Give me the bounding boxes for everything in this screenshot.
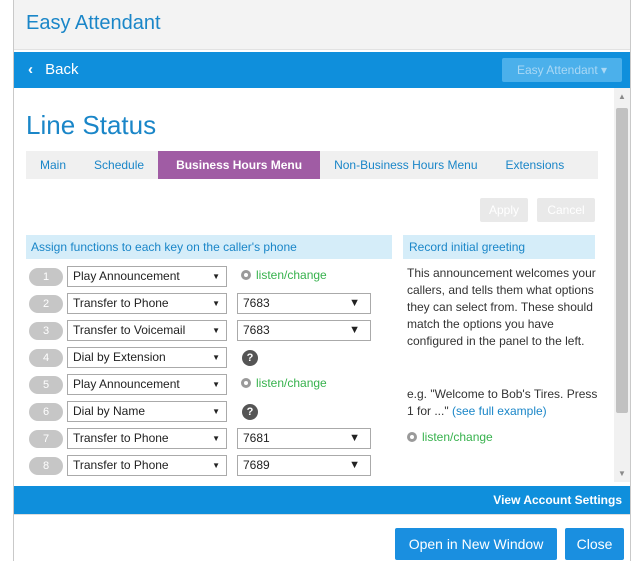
key-number: 7 <box>29 430 63 448</box>
listen-change-link[interactable]: listen/change <box>241 376 327 390</box>
function-select[interactable]: Transfer to Phone ▼ <box>67 455 227 476</box>
dropdown-arrow-icon: ▼ <box>212 353 220 362</box>
function-value: Transfer to Voicemail <box>73 323 186 337</box>
speaker-icon <box>241 378 251 388</box>
dropdown-arrow-icon: ▼ <box>212 299 220 308</box>
dropdown-arrow-icon: ▼ <box>349 297 360 309</box>
greeting-example: e.g. "Welcome to Bob's Tires. Press 1 fo… <box>407 386 602 420</box>
function-value: Dial by Extension <box>73 350 166 364</box>
extension-select[interactable]: 7683 ▼ <box>237 293 371 314</box>
key-number: 2 <box>29 295 63 313</box>
key-number: 8 <box>29 457 63 475</box>
listen-change-label: listen/change <box>256 376 327 390</box>
function-value: Transfer to Phone <box>73 296 169 310</box>
function-select[interactable]: Play Announcement ▼ <box>67 266 227 287</box>
function-value: Play Announcement <box>73 269 180 283</box>
extension-select[interactable]: 7681 ▼ <box>237 428 371 449</box>
function-select[interactable]: Transfer to Phone ▼ <box>67 428 227 449</box>
extension-value: 7681 <box>243 431 270 445</box>
speaker-icon <box>407 432 417 442</box>
vertical-scrollbar[interactable]: ▲ ▼ <box>614 88 630 482</box>
help-icon[interactable]: ? <box>242 350 258 366</box>
dropdown-arrow-icon: ▼ <box>212 380 220 389</box>
listen-change-label: listen/change <box>422 430 493 444</box>
function-value: Dial by Name <box>73 404 146 418</box>
tab-extensions[interactable]: Extensions <box>492 151 579 179</box>
back-label: Back <box>45 61 79 78</box>
page-title: Line Status <box>26 110 157 140</box>
footer-bar: View Account Settings <box>14 486 630 514</box>
scrollbar-thumb[interactable] <box>616 108 628 413</box>
window-title: Easy Attendant <box>26 12 161 34</box>
speaker-icon <box>241 270 251 280</box>
window-titlebar: Easy Attendant <box>14 0 630 50</box>
view-account-settings-link[interactable]: View Account Settings <box>493 493 622 507</box>
extension-select[interactable]: 7683 ▼ <box>237 320 371 341</box>
bottom-actions: Open in New Window Close <box>14 514 630 561</box>
key-number: 1 <box>29 268 63 286</box>
extension-value: 7683 <box>243 323 270 337</box>
tab-bar: Main Schedule Business Hours Menu Non-Bu… <box>26 151 598 179</box>
function-select[interactable]: Transfer to Phone ▼ <box>67 293 227 314</box>
listen-change-link[interactable]: listen/change <box>241 268 327 282</box>
scroll-down-arrow-icon[interactable]: ▼ <box>618 469 626 478</box>
help-icon[interactable]: ? <box>242 404 258 420</box>
key-number: 5 <box>29 376 63 394</box>
key-number: 6 <box>29 403 63 421</box>
tab-schedule[interactable]: Schedule <box>80 151 158 179</box>
greeting-listen-change-link[interactable]: listen/change <box>407 430 493 444</box>
function-select[interactable]: Dial by Extension ▼ <box>67 347 227 368</box>
tab-non-business-hours-menu[interactable]: Non-Business Hours Menu <box>320 151 491 179</box>
function-select[interactable]: Play Announcement ▼ <box>67 374 227 395</box>
back-button[interactable]: ‹ Back <box>28 61 79 78</box>
dropdown-arrow-icon: ▼ <box>212 272 220 281</box>
dropdown-arrow-icon: ▼ <box>349 459 360 471</box>
dropdown-arrow-icon: ▼ <box>349 324 360 336</box>
app-menu-dropdown[interactable]: Easy Attendant ▾ <box>502 58 622 82</box>
open-in-new-window-button[interactable]: Open in New Window <box>395 528 557 560</box>
easy-attendant-window: Easy Attendant ‹ Back Easy Attendant ▾ L… <box>13 0 631 561</box>
extension-value: 7689 <box>243 458 270 472</box>
nav-bar: ‹ Back Easy Attendant ▾ <box>14 52 630 88</box>
function-select[interactable]: Dial by Name ▼ <box>67 401 227 422</box>
chevron-left-icon: ‹ <box>28 61 33 78</box>
dropdown-arrow-icon: ▼ <box>212 434 220 443</box>
function-value: Transfer to Phone <box>73 431 169 445</box>
dropdown-arrow-icon: ▼ <box>212 461 220 470</box>
see-full-example-link[interactable]: (see full example) <box>452 404 547 418</box>
tab-main[interactable]: Main <box>26 151 80 179</box>
extension-select[interactable]: 7689 ▼ <box>237 455 371 476</box>
dropdown-arrow-icon: ▼ <box>212 326 220 335</box>
main-content: Line Status Main Schedule Business Hours… <box>14 88 614 482</box>
key-number: 3 <box>29 322 63 340</box>
scroll-up-arrow-icon[interactable]: ▲ <box>618 92 626 101</box>
close-button[interactable]: Close <box>565 528 624 560</box>
function-value: Transfer to Phone <box>73 458 169 472</box>
record-greeting-header: Record initial greeting <box>403 235 595 259</box>
extension-value: 7683 <box>243 296 270 310</box>
cancel-button[interactable]: Cancel <box>537 198 595 222</box>
dropdown-arrow-icon: ▼ <box>349 432 360 444</box>
tab-business-hours-menu[interactable]: Business Hours Menu <box>158 151 321 179</box>
apply-button[interactable]: Apply <box>480 198 528 222</box>
dropdown-arrow-icon: ▼ <box>212 407 220 416</box>
key-number: 4 <box>29 349 63 367</box>
function-value: Play Announcement <box>73 377 180 391</box>
greeting-description: This announcement welcomes your callers,… <box>407 266 596 348</box>
function-select[interactable]: Transfer to Voicemail ▼ <box>67 320 227 341</box>
listen-change-label: listen/change <box>256 268 327 282</box>
assign-functions-header: Assign functions to each key on the call… <box>26 235 392 259</box>
